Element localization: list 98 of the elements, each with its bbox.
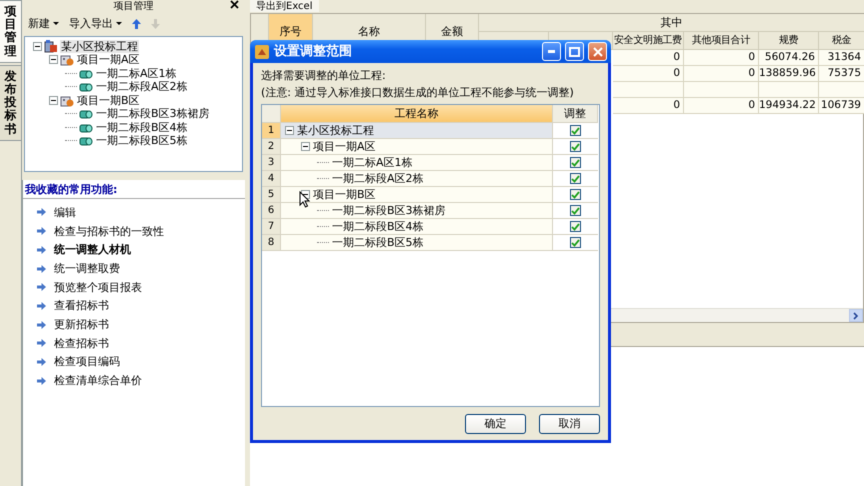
scroll-right-button[interactable] [849, 309, 863, 322]
table-cell: 31364 [819, 50, 864, 66]
expander-icon[interactable] [33, 42, 42, 51]
tree-item[interactable]: 某小区投标工程 [60, 40, 139, 53]
arrow-icon [37, 339, 46, 348]
checkbox[interactable] [570, 221, 581, 232]
tree-item[interactable]: 一期二标段B区3栋裙房 [95, 107, 211, 120]
folder-building-icon [60, 53, 74, 66]
column-header: 税金 [819, 32, 864, 50]
building-block-icon [79, 135, 93, 146]
column-header: 安全文明施工费 [613, 32, 684, 50]
maximize-icon[interactable] [565, 42, 584, 61]
table-cell: 0 [613, 98, 684, 114]
table-cell: 0 [684, 66, 759, 82]
panel-title: 项目管理 [114, 1, 154, 12]
arrow-icon [37, 302, 46, 310]
table-cell: 0 [684, 98, 759, 114]
table-cell: 0 [684, 50, 759, 66]
expander-icon[interactable] [285, 126, 294, 135]
tree-item[interactable]: 项目一期B区 [76, 94, 141, 107]
tree-item[interactable]: 项目一期A区 [76, 53, 141, 66]
table-cell [819, 82, 864, 98]
note-text: (注意: 通过导入标准接口数据生成的单位工程不能参与统一调整) [260, 85, 575, 101]
expander-icon[interactable] [49, 96, 58, 105]
checkbox[interactable] [570, 141, 581, 152]
row-number: 5 [262, 187, 281, 203]
table-cell: 56074.26 [759, 50, 819, 66]
table-cell: 75375 [819, 66, 864, 82]
arrow-icon [37, 227, 46, 236]
favorite-link[interactable]: 更新招标书 [54, 318, 109, 332]
row-number: 3 [262, 155, 281, 171]
arrow-icon [37, 358, 46, 366]
menu-button[interactable]: 新建 [26, 17, 61, 30]
dialog-button[interactable]: 确定 [465, 414, 526, 434]
tree-item[interactable]: 一期二标段B区5栋 [95, 134, 189, 148]
favorite-link[interactable]: 检查招标书 [54, 336, 109, 350]
checkbox[interactable] [570, 157, 581, 168]
column-header: 规费 [759, 32, 819, 50]
row-number: 4 [262, 171, 281, 187]
table-cell [613, 82, 684, 98]
building-block-icon [79, 68, 93, 79]
building-block-icon [79, 122, 93, 133]
column-header: 工程名称 [281, 105, 553, 123]
arrow-icon [37, 320, 46, 329]
row-number: 1 [262, 123, 281, 139]
arrow-icon [37, 376, 46, 385]
building-block-icon [79, 81, 93, 92]
column-header: 调整 [553, 105, 598, 123]
favorite-link[interactable]: 编辑 [54, 206, 76, 220]
column-group-header: 其中 [479, 14, 864, 32]
arrow-icon [37, 246, 46, 254]
prompt-text: 选择需要调整的单位工程: [260, 68, 387, 84]
arrow-icon [37, 264, 46, 273]
table-cell [759, 82, 819, 98]
favorite-link[interactable]: 检查清单综合单价 [54, 374, 142, 388]
export-button[interactable]: 导出到Excel [250, 0, 318, 12]
move-up-icon[interactable] [130, 18, 143, 29]
expander-icon[interactable] [301, 142, 310, 151]
column-header: 其他项目合计 [684, 32, 759, 50]
favorite-link[interactable]: 检查项目编码 [54, 355, 120, 369]
checkbox[interactable] [570, 173, 581, 184]
row-number: 2 [262, 139, 281, 155]
side-tab[interactable]: 项目管理 [0, 0, 22, 63]
checkbox[interactable] [570, 205, 581, 216]
favorite-link[interactable]: 查看招标书 [54, 299, 109, 312]
row-number: 6 [262, 203, 281, 219]
favorites-heading: 我收藏的常用功能: [23, 180, 245, 200]
tree-item[interactable]: 一期二标A区1栋 [95, 66, 178, 80]
close-icon[interactable] [230, 0, 239, 11]
arrow-icon [37, 283, 46, 292]
chevron-right-icon [853, 312, 859, 320]
folder-building-icon [60, 94, 74, 107]
tree-item[interactable]: 一期二标段A区2栋 [95, 80, 189, 94]
minimize-icon[interactable] [542, 42, 561, 61]
favorite-link[interactable]: 预览整个项目报表 [54, 280, 142, 294]
table-cell: 106739 [819, 98, 864, 114]
table-cell: 0 [613, 50, 684, 66]
dialog-button[interactable]: 取消 [539, 414, 600, 434]
table-cell: 138859.96 [759, 66, 819, 82]
building-block-icon [79, 108, 93, 120]
header-corner [262, 105, 281, 123]
row-number: 7 [262, 219, 281, 235]
table-cell: 194934.22 [759, 98, 819, 114]
checkbox[interactable] [570, 125, 581, 136]
checkbox[interactable] [570, 189, 581, 200]
arrow-icon [37, 208, 46, 216]
row-number: 8 [262, 235, 281, 251]
menu-button[interactable]: 导入导出 [67, 17, 124, 30]
favorite-link[interactable]: 统一调整取费 [54, 262, 120, 276]
table-cell: 0 [613, 66, 684, 82]
tree-item[interactable]: 一期二标段B区4栋 [95, 120, 189, 134]
favorite-link[interactable]: 检查与招标书的一致性 [54, 224, 164, 238]
expander-icon[interactable] [49, 55, 58, 64]
app-icon [254, 44, 270, 60]
folder-building-icon [44, 40, 58, 53]
side-tab[interactable]: 发布投标书 [0, 64, 22, 141]
checkbox[interactable] [570, 237, 581, 248]
favorite-link[interactable]: 统一调整人材机 [54, 243, 131, 256]
